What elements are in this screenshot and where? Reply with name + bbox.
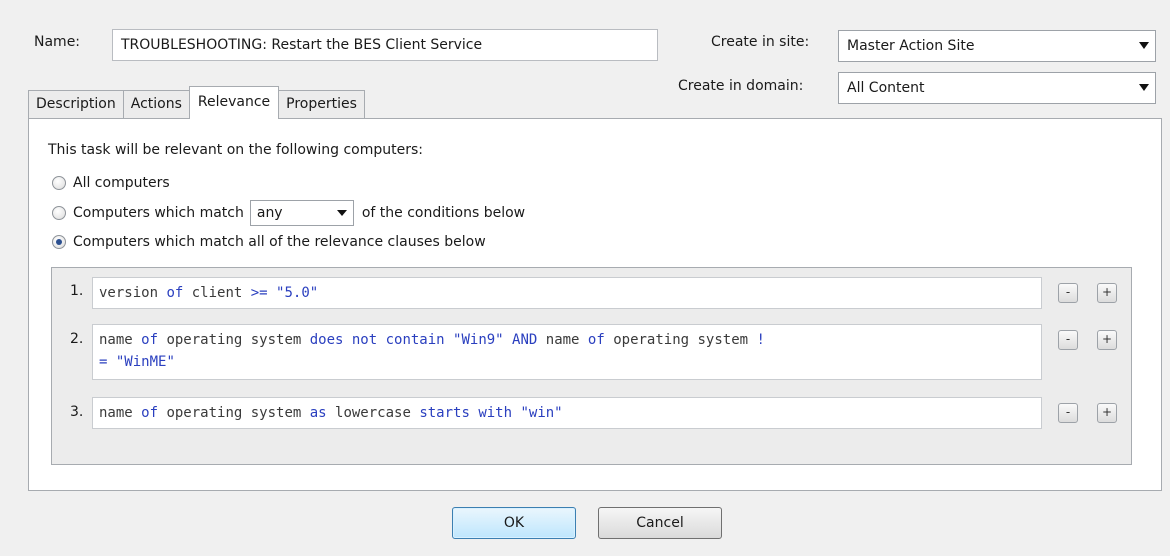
match-mode-value: any xyxy=(256,205,283,221)
name-label: Name: xyxy=(34,34,81,50)
clause-text: name of operating system does not contai… xyxy=(99,332,765,370)
radio-match-conditions[interactable]: Computers which match any of the conditi… xyxy=(52,200,525,226)
radio-match-suffix: of the conditions below xyxy=(361,205,526,221)
domain-select[interactable]: All Content xyxy=(838,72,1156,104)
name-field[interactable]: TROUBLESHOOTING: Restart the BES Client … xyxy=(112,29,658,61)
add-clause-button[interactable]: + xyxy=(1097,330,1117,350)
remove-clause-button[interactable]: - xyxy=(1058,283,1078,303)
chevron-down-icon xyxy=(1139,42,1149,49)
radio-button[interactable] xyxy=(52,176,66,190)
clause-input-1[interactable]: version of client >= "5.0" xyxy=(92,277,1042,309)
task-dialog: Name: TROUBLESHOOTING: Restart the BES C… xyxy=(0,0,1170,556)
add-clause-button[interactable]: + xyxy=(1097,403,1117,423)
ok-button[interactable]: OK xyxy=(452,507,576,539)
radio-all-computers[interactable]: All computers xyxy=(52,175,170,191)
match-mode-select[interactable]: any xyxy=(249,200,354,226)
remove-clause-button[interactable]: - xyxy=(1058,330,1078,350)
clause-number: 3. xyxy=(70,404,84,420)
site-label: Create in site: xyxy=(711,34,810,50)
chevron-down-icon xyxy=(1139,84,1149,91)
domain-select-value: All Content xyxy=(847,80,925,96)
relevance-intro: This task will be relevant on the follow… xyxy=(48,142,423,158)
clause-input-2[interactable]: name of operating system does not contai… xyxy=(92,324,1042,380)
remove-clause-button[interactable]: - xyxy=(1058,403,1078,423)
tab-bar: Description Actions Relevance Properties xyxy=(28,86,365,119)
cancel-button[interactable]: Cancel xyxy=(598,507,722,539)
chevron-down-icon xyxy=(336,210,347,216)
tab-description[interactable]: Description xyxy=(28,90,124,119)
tab-relevance[interactable]: Relevance xyxy=(188,86,280,119)
radio-button[interactable] xyxy=(52,206,66,220)
clause-text: name of operating system as lowercase st… xyxy=(99,405,563,421)
tab-properties[interactable]: Properties xyxy=(278,90,365,119)
radio-all-computers-label: All computers xyxy=(73,175,170,191)
site-select-value: Master Action Site xyxy=(847,38,975,54)
clause-number: 1. xyxy=(70,283,84,299)
clause-text: version of client >= "5.0" xyxy=(99,285,319,301)
site-select[interactable]: Master Action Site xyxy=(838,30,1156,62)
radio-button-selected[interactable] xyxy=(52,235,66,249)
tab-actions[interactable]: Actions xyxy=(122,90,190,119)
radio-match-clauses-label: Computers which match all of the relevan… xyxy=(73,234,486,250)
clause-number: 2. xyxy=(70,331,84,347)
radio-match-clauses[interactable]: Computers which match all of the relevan… xyxy=(52,234,486,250)
domain-label: Create in domain: xyxy=(678,78,804,94)
clause-input-3[interactable]: name of operating system as lowercase st… xyxy=(92,397,1042,429)
add-clause-button[interactable]: + xyxy=(1097,283,1117,303)
radio-match-prefix: Computers which match xyxy=(73,205,244,221)
